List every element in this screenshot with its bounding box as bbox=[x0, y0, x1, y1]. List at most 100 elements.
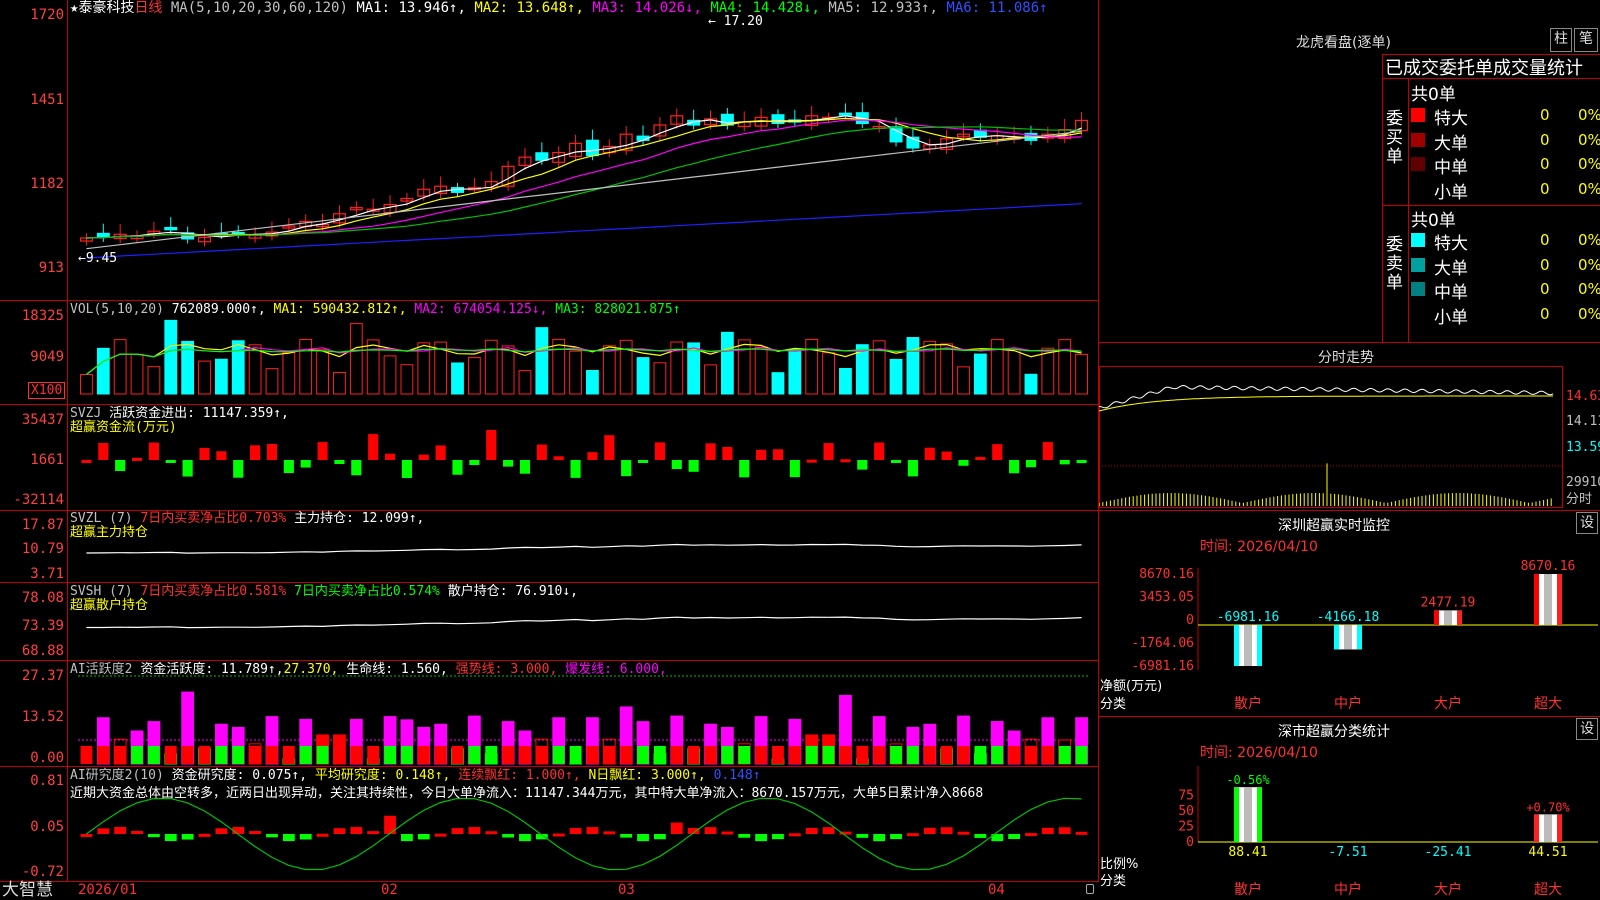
x-label: 02 bbox=[381, 882, 398, 898]
ai2-base-bar bbox=[704, 746, 717, 764]
flow-bar bbox=[570, 460, 581, 478]
flow-bar bbox=[148, 442, 159, 460]
ai3-bar bbox=[1075, 831, 1088, 835]
ai3-bar bbox=[468, 827, 481, 834]
ai2-lifeline: 生命线: 1.560, bbox=[346, 662, 448, 677]
flow-bar bbox=[705, 443, 716, 460]
brand-logo[interactable]: 大智慧 bbox=[2, 881, 53, 900]
ai2-base-bar bbox=[232, 746, 245, 764]
intraday-avg-line bbox=[1099, 395, 1554, 412]
ai2-base-bar bbox=[788, 746, 801, 764]
flow-bar bbox=[519, 460, 531, 474]
volume-bar bbox=[198, 360, 211, 395]
szcls-y-tick: 50 bbox=[1178, 804, 1194, 819]
flow-bar bbox=[250, 445, 261, 460]
ai2-base-bar bbox=[620, 746, 633, 764]
volume-bar bbox=[130, 353, 144, 395]
flow-bar bbox=[958, 460, 969, 466]
ai2-base-bar bbox=[367, 746, 380, 764]
ai2-base-bar bbox=[198, 746, 211, 764]
longhu-header: 已成交委托单成交量统计 bbox=[1385, 58, 1583, 79]
volume-bar bbox=[1007, 347, 1021, 395]
buy-orders-label: 委买单 bbox=[1386, 109, 1403, 167]
ai3-bar bbox=[940, 827, 953, 834]
ai3-bar bbox=[906, 833, 919, 837]
ai2-base-bar bbox=[434, 746, 447, 764]
ai2-burst-line: 爆发线: 6.000, bbox=[565, 662, 667, 677]
ai3-ndays: N日飘红: 3.000↑, bbox=[588, 768, 706, 783]
szmon-y-tick: 0 bbox=[1186, 613, 1194, 628]
szcls-change-label: -0.56% bbox=[1226, 773, 1270, 787]
ai3-bar bbox=[434, 833, 447, 837]
ai3-bar bbox=[1025, 833, 1037, 837]
ai2-base-bar bbox=[417, 746, 430, 764]
ai2-base-bar bbox=[266, 746, 278, 764]
svsh-title: SVSH (7) bbox=[70, 584, 133, 599]
ai2-base-bar bbox=[350, 746, 363, 764]
order-count: 0 bbox=[1540, 130, 1550, 149]
volume-bar bbox=[349, 323, 363, 395]
y-tick: 73.39 bbox=[21, 618, 64, 634]
ai3-bar bbox=[923, 827, 936, 834]
szmon-value-label: 8670.16 bbox=[1521, 559, 1576, 574]
order-percent: 0% bbox=[1578, 130, 1600, 149]
flow-bar bbox=[469, 460, 480, 466]
szcls-chart: 7550250 -0.56% 88.41 散户 -7.51 中户 -25.41 大户 +0.70… bbox=[1178, 766, 1598, 898]
bar-mode-button[interactable]: 柱 bbox=[1550, 28, 1572, 52]
category-bar-edge bbox=[1234, 787, 1239, 842]
flow-bar bbox=[334, 460, 345, 465]
candle bbox=[164, 226, 178, 231]
flow-bar bbox=[722, 446, 733, 460]
ai2-title: AI活跃度2 bbox=[70, 662, 133, 677]
szmon-settings-button[interactable]: 设 bbox=[1576, 512, 1598, 534]
order-size-label: 大单 bbox=[1434, 133, 1468, 154]
volume-bar bbox=[1024, 373, 1038, 395]
order-percent: 0% bbox=[1578, 155, 1600, 173]
flow-bar bbox=[857, 460, 868, 470]
flow-bar bbox=[368, 434, 379, 460]
ai3-bar bbox=[552, 833, 565, 837]
ai3-bar bbox=[721, 831, 734, 835]
ai3-bar bbox=[485, 831, 498, 835]
flow-bar bbox=[165, 460, 176, 463]
ai2-base-bar bbox=[687, 746, 700, 764]
ai2-base-bar bbox=[114, 746, 127, 764]
period-label[interactable]: 日线 bbox=[134, 0, 162, 16]
ai3-bar bbox=[417, 834, 430, 840]
ai2-base-bar bbox=[772, 746, 784, 764]
ai3-bar bbox=[266, 834, 278, 838]
flow-bar bbox=[1076, 460, 1087, 464]
lock-icon[interactable] bbox=[1086, 884, 1094, 894]
volume-bar bbox=[940, 343, 954, 395]
flow-bar bbox=[199, 447, 210, 460]
ai2-header: AI活跃度2 资金活跃度: 11.789↑,27.370, 生命线: 1.560… bbox=[70, 662, 667, 677]
szcls-settings-button[interactable]: 设 bbox=[1576, 718, 1598, 740]
ai2-base-bar bbox=[1025, 746, 1037, 764]
y-tick: -0.72 bbox=[21, 864, 64, 880]
category-bar-shade bbox=[1544, 574, 1552, 625]
volume-bar bbox=[805, 338, 819, 395]
candle bbox=[889, 126, 903, 143]
ai3-bar bbox=[586, 827, 599, 834]
y-tick: 913 bbox=[38, 260, 64, 276]
tick-mode-button[interactable]: 笔 bbox=[1574, 28, 1598, 52]
divider-ai3 bbox=[0, 766, 1098, 767]
ma6-value: MA6: 11.086↑ bbox=[946, 0, 1048, 16]
flow-bar bbox=[115, 460, 126, 472]
ai3-last: 0.148↑ bbox=[713, 768, 761, 783]
y-tick: 1661 bbox=[30, 452, 64, 468]
high-price-label: ← 17.20 bbox=[708, 14, 763, 29]
ai3-avg: 平均研究度: 0.148↑, bbox=[314, 768, 451, 783]
ai3-bar bbox=[316, 833, 329, 837]
x-label: 03 bbox=[618, 882, 635, 898]
ai3-bar bbox=[215, 828, 228, 834]
order-size-label: 中单 bbox=[1434, 283, 1468, 303]
ai2-base-bar bbox=[721, 746, 734, 764]
volume-bar bbox=[788, 349, 802, 395]
flow-bar bbox=[266, 444, 278, 460]
svzj-value: 活跃资金进出: 11147.359↑, bbox=[109, 406, 289, 421]
flow-bar bbox=[941, 451, 952, 460]
order-count: 0 bbox=[1540, 255, 1550, 274]
flow-bar bbox=[486, 430, 497, 460]
order-count: 0 bbox=[1540, 304, 1550, 323]
